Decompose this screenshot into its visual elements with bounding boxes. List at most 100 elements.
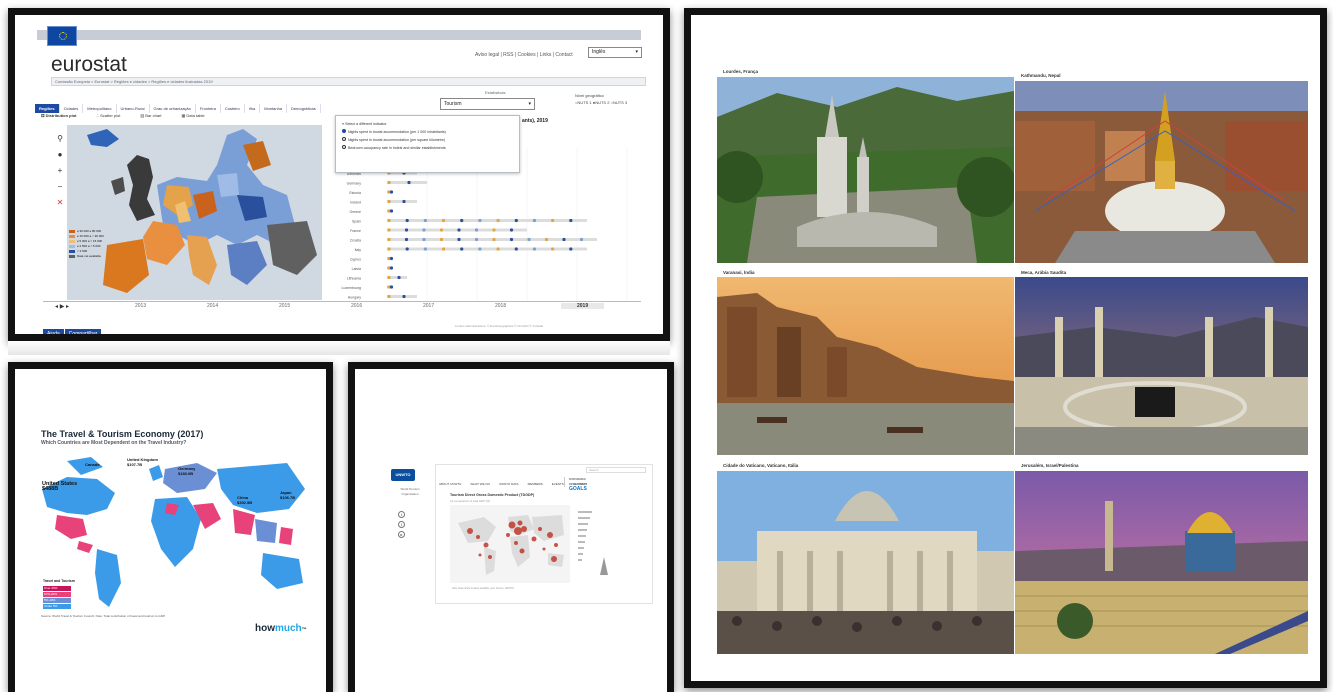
zoom-in-icon[interactable]: + (52, 163, 68, 179)
region-dot[interactable] (387, 180, 391, 185)
geo-option-nuts2[interactable]: NUTS 2 (595, 100, 609, 105)
region-dot[interactable] (441, 218, 446, 223)
region-dot[interactable] (569, 247, 573, 251)
nav-item-demograficas[interactable]: Demográficas (287, 104, 321, 113)
tab-data-table[interactable]: ▦ Data table (182, 113, 215, 118)
region-dot[interactable] (457, 228, 461, 232)
region-dot[interactable] (460, 218, 464, 223)
region-dot[interactable] (422, 237, 426, 242)
tab-distribution-plot[interactable]: ⚃ Distribution plot (41, 113, 86, 118)
search-icon[interactable]: ⚲ (52, 131, 68, 147)
region-dot[interactable] (387, 237, 391, 242)
region-dot[interactable] (402, 199, 406, 204)
geo-level-picker[interactable]: Nível geográfico ○NUTS 1 ●NUTS 2 ○NUTS 3 (575, 92, 627, 106)
year-label[interactable]: 2017 (423, 303, 434, 309)
share-button[interactable]: Compartilhar (64, 329, 102, 334)
popup-option[interactable]: Bedroom occupancy rate in hotels and sim… (342, 144, 513, 152)
nav-item-costeiro[interactable]: Costeiro (221, 104, 245, 113)
menu-item[interactable]: EVENTS (552, 482, 564, 486)
region-dot[interactable] (514, 247, 518, 251)
year-label[interactable]: 2013 (135, 303, 146, 309)
region-dot[interactable] (389, 285, 394, 289)
nav-item-ilha[interactable]: Ilha (245, 104, 261, 113)
region-dot[interactable] (544, 237, 549, 242)
year-label[interactable]: 2016 (351, 303, 362, 309)
region-dot[interactable] (389, 266, 394, 270)
eurostat-logo[interactable]: eurostat (51, 53, 127, 77)
region-dot[interactable] (407, 180, 411, 185)
region-dot[interactable] (569, 218, 573, 223)
region-dot[interactable] (439, 237, 444, 242)
region-dot[interactable] (478, 218, 482, 223)
menu-item[interactable]: ABOUT UNWTO (439, 482, 461, 486)
geo-option-nuts1[interactable]: NUTS 1 (577, 100, 591, 105)
nav-item-montanha[interactable]: Montanha (260, 104, 288, 113)
year-label[interactable]: 2015 (279, 303, 290, 309)
year-label-selected[interactable]: 2019 (561, 303, 605, 309)
year-label[interactable]: 2018 (495, 303, 506, 309)
step-forward-icon[interactable]: ▸ (66, 304, 69, 310)
breadcrumb[interactable]: Comissão Europeia > Eurostat > Regiões e… (51, 77, 646, 86)
zoom-out-icon[interactable]: − (52, 179, 68, 195)
region-dot[interactable] (509, 228, 514, 232)
region-dot[interactable] (387, 228, 391, 232)
nav-item-regioes[interactable]: Regiões (35, 104, 60, 113)
region-dot[interactable] (496, 218, 500, 223)
tab-bar-chart[interactable]: ▥ Bar chart (140, 113, 171, 118)
region-dot[interactable] (397, 275, 401, 280)
region-dot[interactable] (389, 190, 394, 194)
twitter-icon[interactable]: t (398, 511, 405, 518)
region-dot[interactable] (404, 228, 409, 232)
region-dot[interactable] (387, 294, 391, 299)
facebook-icon[interactable]: f (398, 521, 405, 528)
region-dot[interactable] (492, 237, 496, 242)
help-button[interactable]: Ajuda (43, 329, 64, 334)
region-dot[interactable] (387, 275, 391, 280)
youtube-icon[interactable]: ▸ (398, 531, 405, 538)
region-dot[interactable] (551, 218, 555, 223)
region-dot[interactable] (402, 294, 406, 299)
tdgdp-bubble-map[interactable] (450, 505, 640, 585)
region-dot[interactable] (474, 237, 479, 242)
region-dot[interactable] (423, 218, 427, 223)
regional-choropleth-map[interactable] (67, 125, 322, 300)
geo-option-nuts3[interactable]: NUTS 3 (613, 100, 627, 105)
language-select[interactable]: Inglês ▾ (588, 47, 642, 58)
nav-item-urbano-rural[interactable]: Urbano-Rural (117, 104, 150, 113)
region-dot[interactable] (405, 247, 409, 251)
region-dot[interactable] (387, 247, 391, 251)
close-icon[interactable]: ✕ (52, 195, 68, 211)
top-links[interactable]: Aviso legal | RSS | Cookies | Links | Co… (475, 52, 573, 58)
region-dot[interactable] (457, 237, 461, 242)
region-dot[interactable] (423, 247, 427, 251)
region-dot[interactable] (492, 228, 496, 232)
region-dot[interactable] (439, 228, 444, 232)
region-dot[interactable] (389, 256, 394, 261)
play-icon[interactable]: ▶ (60, 304, 65, 310)
menu-item[interactable]: UNWTO DATA (499, 482, 519, 486)
region-dot[interactable] (551, 247, 555, 251)
region-dot[interactable] (527, 237, 531, 242)
region-dot[interactable] (532, 218, 537, 223)
year-timeline[interactable] (43, 301, 641, 315)
region-dot[interactable] (509, 237, 514, 242)
globe-icon[interactable]: ● (52, 147, 68, 163)
year-label[interactable]: 2014 (207, 303, 218, 309)
region-dot[interactable] (514, 218, 518, 223)
popup-option[interactable]: Nights spent in tourist accommodation (p… (342, 128, 513, 136)
region-dot[interactable] (562, 237, 566, 242)
menu-item[interactable]: WHAT WE DO (470, 482, 490, 486)
region-dot[interactable] (460, 247, 464, 251)
nav-item-cidades[interactable]: Cidades (60, 104, 84, 113)
region-dot[interactable] (405, 218, 409, 223)
region-dot[interactable] (387, 218, 391, 223)
region-dot[interactable] (532, 247, 537, 251)
menu-item[interactable]: MEMBERS (528, 482, 543, 486)
nav-item-grau[interactable]: Grau de urbanização (150, 104, 196, 113)
search-input[interactable]: Search (586, 467, 646, 473)
region-dot[interactable] (474, 228, 479, 232)
tab-scatter-plot[interactable]: ∴ Scatter plot (96, 113, 130, 118)
nav-item-metropolitano[interactable]: Metropolitano (83, 104, 117, 113)
region-dot[interactable] (422, 228, 426, 232)
region-dot[interactable] (441, 247, 446, 251)
